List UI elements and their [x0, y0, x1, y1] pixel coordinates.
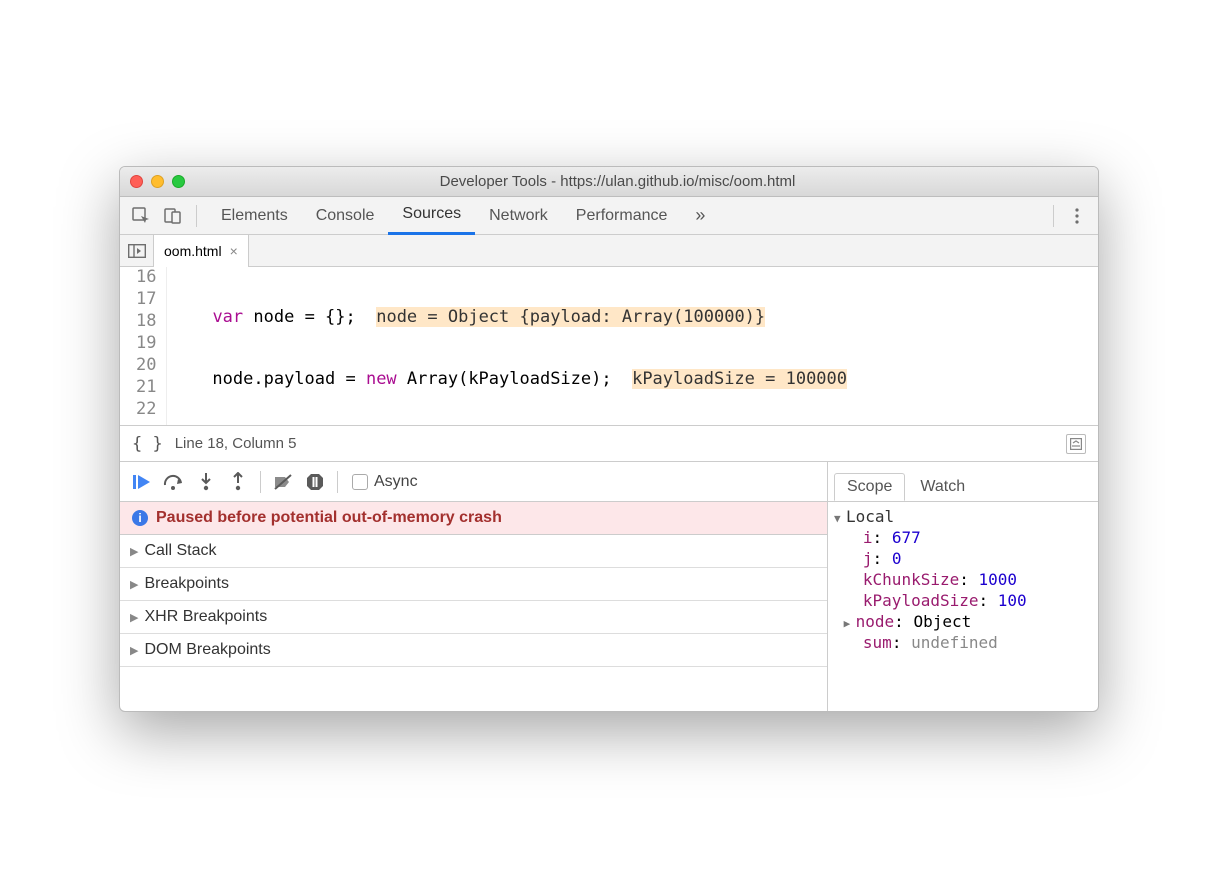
scope-tabstrip: Scope Watch	[828, 462, 1098, 501]
chevron-down-icon: ▼	[834, 512, 846, 525]
scope-var[interactable]: i: 677	[828, 527, 1098, 548]
window-title: Developer Tools - https://ulan.github.io…	[147, 173, 1088, 190]
scope-var[interactable]: kPayloadSize: 100	[828, 590, 1098, 611]
kebab-menu-icon[interactable]	[1064, 203, 1090, 229]
more-tabs-button[interactable]: »	[681, 197, 719, 235]
chevron-right-icon: ▶	[130, 545, 138, 558]
code-line-17: node.payload = new Array(kPayloadSize); …	[171, 369, 1098, 391]
file-tab-oom[interactable]: oom.html ×	[154, 235, 249, 267]
close-icon[interactable]: ×	[230, 243, 238, 259]
close-window-button[interactable]	[130, 175, 143, 188]
drawer-toggle-icon[interactable]	[1066, 434, 1086, 454]
tab-sources[interactable]: Sources	[388, 197, 475, 235]
section-call-stack[interactable]: ▶Call Stack	[120, 535, 827, 568]
tab-performance[interactable]: Performance	[562, 197, 682, 235]
main-toolbar: Elements Console Sources Network Perform…	[120, 197, 1098, 235]
titlebar: Developer Tools - https://ulan.github.io…	[120, 167, 1098, 197]
editor-tab-strip: oom.html ×	[120, 235, 1098, 267]
scope-var[interactable]: kChunkSize: 1000	[828, 569, 1098, 590]
pause-message: i Paused before potential out-of-memory …	[120, 502, 827, 535]
tab-elements[interactable]: Elements	[207, 197, 302, 235]
editor-statusbar: { } Line 18, Column 5	[120, 425, 1098, 461]
debugger-toolbar: Async Scope Watch	[120, 461, 1098, 501]
scope-pane: ▼Local i: 677 j: 0 kChunkSize: 1000 kPay…	[828, 502, 1098, 711]
toolbar-divider	[1053, 205, 1054, 227]
devtools-window: Developer Tools - https://ulan.github.io…	[119, 166, 1099, 712]
pretty-print-icon[interactable]: { }	[132, 434, 163, 454]
code-editor[interactable]: 16 17 18 19 20 21 22 var node = {}; node…	[120, 267, 1098, 425]
chevron-right-icon: ▶	[130, 578, 138, 591]
checkbox-icon[interactable]	[352, 474, 368, 490]
scope-local-header[interactable]: ▼Local	[828, 506, 1098, 527]
section-breakpoints[interactable]: ▶Breakpoints	[120, 568, 827, 601]
inspect-icon[interactable]	[128, 203, 154, 229]
deactivate-breakpoints-icon[interactable]	[269, 468, 297, 496]
pause-text: Paused before potential out-of-memory cr…	[156, 509, 502, 527]
panel-tabs: Elements Console Sources Network Perform…	[207, 197, 719, 235]
async-label: Async	[374, 473, 418, 491]
toolbar-divider	[196, 205, 197, 227]
chevron-right-icon: ▶	[844, 617, 856, 630]
tab-console[interactable]: Console	[302, 197, 389, 235]
step-out-icon[interactable]	[224, 468, 252, 496]
code-line-16: var node = {}; node = Object {payload: A…	[171, 307, 1098, 329]
pause-on-exceptions-icon[interactable]	[301, 468, 329, 496]
resume-icon[interactable]	[128, 468, 156, 496]
device-toggle-icon[interactable]	[160, 203, 186, 229]
debugger-panes: i Paused before potential out-of-memory …	[120, 501, 1098, 711]
tab-scope[interactable]: Scope	[834, 473, 905, 501]
scope-var[interactable]: j: 0	[828, 548, 1098, 569]
scope-var[interactable]: ▶node: Object	[828, 611, 1098, 632]
tab-watch[interactable]: Watch	[907, 473, 978, 501]
step-over-icon[interactable]	[160, 468, 188, 496]
info-icon: i	[132, 510, 148, 526]
code-content: var node = {}; node = Object {payload: A…	[167, 267, 1098, 425]
async-checkbox[interactable]: Async	[352, 473, 418, 491]
navigator-toggle-icon[interactable]	[120, 235, 154, 267]
section-dom-breakpoints[interactable]: ▶DOM Breakpoints	[120, 634, 827, 667]
scope-var[interactable]: sum: undefined	[828, 632, 1098, 653]
chevron-right-icon: ▶	[130, 611, 138, 624]
tab-network[interactable]: Network	[475, 197, 562, 235]
step-into-icon[interactable]	[192, 468, 220, 496]
file-tab-label: oom.html	[164, 243, 222, 259]
chevron-right-icon: ▶	[130, 644, 138, 657]
section-xhr-breakpoints[interactable]: ▶XHR Breakpoints	[120, 601, 827, 634]
line-gutter: 16 17 18 19 20 21 22	[120, 267, 167, 425]
callstack-pane: i Paused before potential out-of-memory …	[120, 502, 828, 711]
cursor-position: Line 18, Column 5	[175, 435, 297, 452]
